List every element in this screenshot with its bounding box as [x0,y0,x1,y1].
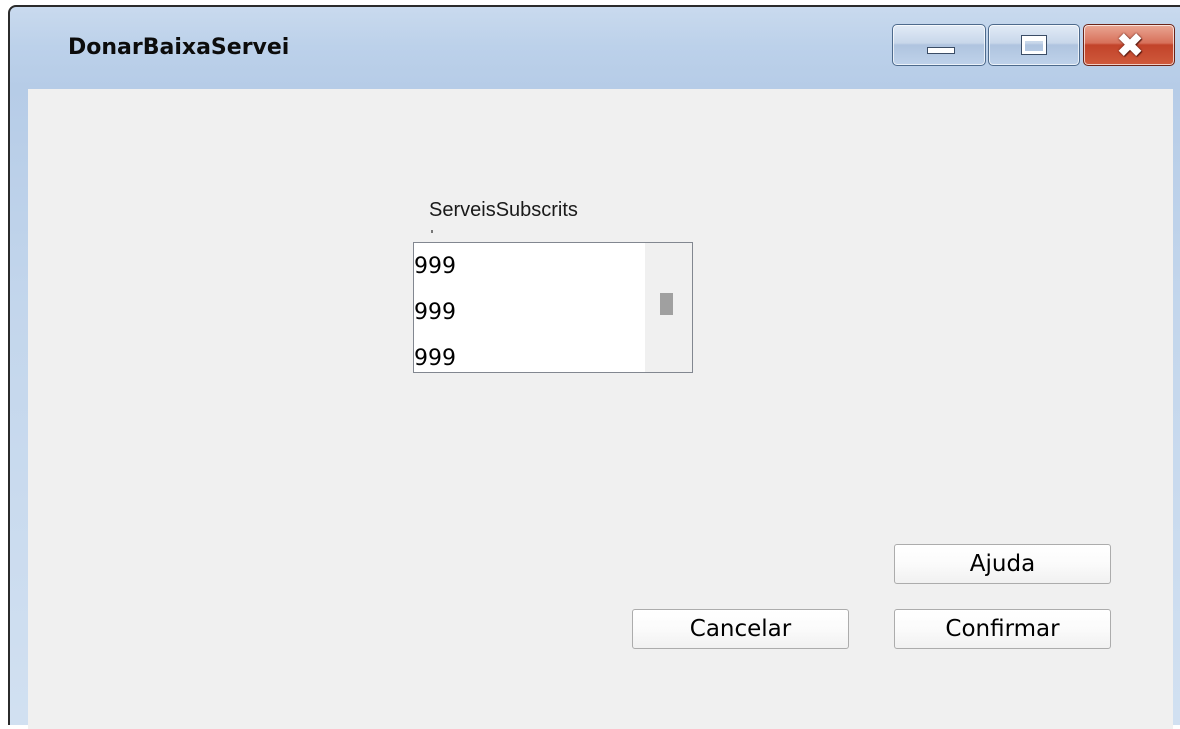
scroll-thumb[interactable] [660,293,673,315]
dialog-content: ServeisSubscrits 999 999 999 Ajuda Cance… [28,89,1173,729]
maximize-icon [1021,35,1047,55]
list-label: ServeisSubscrits [429,199,578,221]
title-bar[interactable]: DonarBaixaServei ✖ [10,7,1180,89]
list-item[interactable]: 999 [414,339,644,385]
cancel-button[interactable]: Cancelar [632,609,849,649]
list-scrollbar[interactable] [645,243,692,372]
label-underline-mark [431,230,433,233]
list-items: 999 999 999 [414,243,644,372]
minimize-button[interactable] [892,24,986,66]
close-icon: ✖ [1115,26,1145,66]
list-item[interactable]: 999 [414,293,644,339]
close-button[interactable]: ✖ [1083,24,1175,66]
dialog-window: DonarBaixaServei ✖ ServeisSubscrits 999 … [8,5,1180,729]
maximize-button[interactable] [988,24,1080,66]
help-button[interactable]: Ajuda [894,544,1111,584]
minimize-icon [927,47,955,54]
services-listbox[interactable]: 999 999 999 [413,242,693,373]
confirm-button[interactable]: Confirmar [894,609,1111,649]
list-item[interactable]: 999 [414,247,644,293]
window-title: DonarBaixaServei [68,35,290,60]
